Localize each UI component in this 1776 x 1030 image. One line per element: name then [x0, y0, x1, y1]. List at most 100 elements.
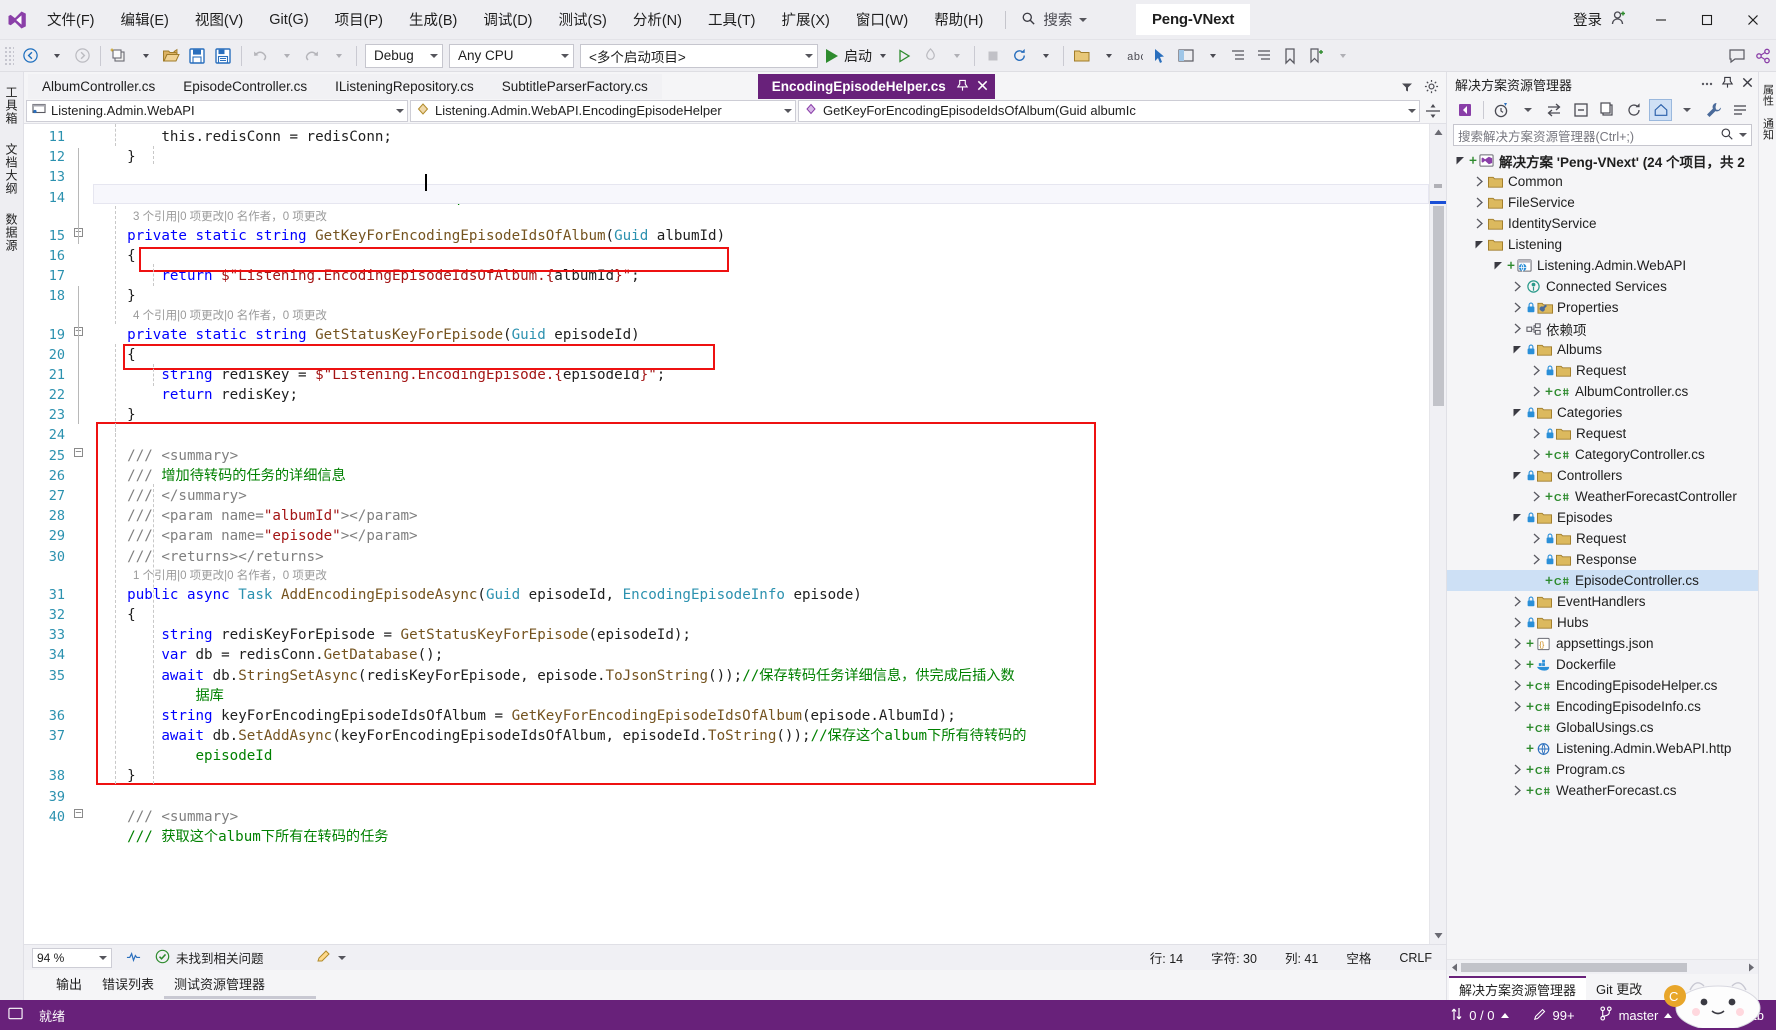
undo-dropdown[interactable]: [273, 43, 299, 69]
tree-node[interactable]: Albums: [1447, 339, 1758, 360]
se-tab-git-changes[interactable]: Git 更改: [1586, 976, 1652, 1000]
tree-node[interactable]: C EncodingEpisodeHelper.cs: [1447, 675, 1758, 696]
pin-tab-icon[interactable]: [956, 79, 969, 95]
menu-item-git[interactable]: Git(G): [256, 0, 321, 39]
tree-node[interactable]: Request: [1447, 528, 1758, 549]
scroll-up-button[interactable]: [1430, 124, 1446, 141]
errors-status[interactable]: 99+: [1521, 1000, 1587, 1030]
chevron-right-icon[interactable]: [1472, 197, 1487, 208]
code-health-indicator[interactable]: [126, 949, 141, 967]
code-text-surface[interactable]: this.redisConn = redisConn; } //一个kv对中保存…: [93, 124, 1429, 944]
tree-node[interactable]: Request: [1447, 423, 1758, 444]
tree-node[interactable]: C Program.cs: [1447, 759, 1758, 780]
startup-project-combo[interactable]: <多个启动项目>: [580, 43, 818, 68]
live-share-button[interactable]: [1750, 43, 1776, 69]
chevron-right-icon[interactable]: [1529, 428, 1544, 439]
undo-button[interactable]: [247, 43, 273, 69]
close-tab-icon[interactable]: [976, 79, 989, 95]
pending-changes-status[interactable]: 0 / 0: [1438, 1000, 1520, 1030]
layout-dropdown[interactable]: [1199, 43, 1225, 69]
solution-explorer-search-box[interactable]: 搜索解决方案资源管理器(Ctrl+;): [1453, 124, 1752, 146]
pin-panel-icon[interactable]: [1721, 76, 1734, 92]
tree-node[interactable]: Controllers: [1447, 465, 1758, 486]
no-issues-indicator[interactable]: 未找到相关问题: [155, 948, 264, 967]
tree-node[interactable]: C WeatherForecastController: [1447, 486, 1758, 507]
solution-tree[interactable]: 解决方案 'Peng-VNext' (24 个项目，共 2 Common FileS…: [1447, 150, 1758, 959]
tree-node[interactable]: EventHandlers: [1447, 591, 1758, 612]
pending-changes-dropdown[interactable]: [1516, 99, 1540, 121]
line-ending-indicator[interactable]: CRLF: [1385, 951, 1446, 965]
tree-node[interactable]: 依赖项: [1447, 318, 1758, 339]
tree-node[interactable]: Categories: [1447, 402, 1758, 423]
type-selector-combo[interactable]: Listening.Admin.WebAPI.EncodingEpisodeHe…: [410, 99, 796, 122]
chevron-right-icon[interactable]: [1510, 302, 1525, 313]
tab-encoding-episode-helper[interactable]: EncodingEpisodeHelper.cs: [757, 74, 995, 99]
active-files-dropdown-icon[interactable]: [1396, 76, 1418, 98]
chevron-right-icon[interactable]: [1510, 281, 1525, 292]
open-file-button[interactable]: [158, 43, 184, 69]
home-view-dropdown[interactable]: [1675, 99, 1699, 121]
tree-node[interactable]: C WeatherForecast.cs: [1447, 780, 1758, 801]
scroll-right-button[interactable]: [1744, 960, 1758, 975]
chevron-down-icon[interactable]: [1510, 407, 1525, 418]
layout-window-button[interactable]: [1173, 43, 1199, 69]
tab-settings-gear-icon[interactable]: [1420, 76, 1442, 98]
chevron-down-icon[interactable]: [1472, 239, 1487, 250]
outline-list-button[interactable]: [1225, 43, 1251, 69]
tab-episode-controller[interactable]: EpisodeController.cs: [169, 74, 322, 99]
home-view-icon[interactable]: [1648, 99, 1673, 121]
fold-toggle-icon[interactable]: –: [74, 447, 83, 457]
zoom-level-combo[interactable]: 94 %: [32, 947, 112, 968]
collapse-all-icon[interactable]: [1569, 99, 1593, 121]
menu-item-help[interactable]: 帮助(H): [921, 0, 996, 39]
vtab-document-outline[interactable]: 文档大纲: [0, 135, 24, 203]
tab-error-list[interactable]: 错误列表: [92, 970, 164, 996]
stop-debugging-button[interactable]: [980, 43, 1006, 69]
minimize-window-button[interactable]: [1638, 0, 1684, 40]
code-editor[interactable]: 11 12 13 14 15 16 17 18 19 20 21 22 23 24 25 26 27 28 29 30…: [24, 124, 1446, 944]
chevron-right-icon[interactable]: [1529, 554, 1544, 565]
chevron-down-icon[interactable]: [1491, 260, 1506, 271]
split-editor-button[interactable]: [1422, 100, 1444, 122]
hscrollbar-thumb[interactable]: [1461, 963, 1687, 972]
vtab-toolbox[interactable]: 工具箱: [0, 78, 24, 133]
menu-item-tools[interactable]: 工具(T): [695, 0, 769, 39]
git-branch-status[interactable]: master: [1587, 1000, 1685, 1030]
pointer-select-button[interactable]: [1147, 43, 1173, 69]
chevron-down-icon[interactable]: [1510, 470, 1525, 481]
preview-selected-items-icon[interactable]: [1728, 99, 1752, 121]
fold-toggle-icon[interactable]: –: [74, 809, 83, 819]
navigate-forward-button[interactable]: [69, 43, 95, 69]
chevron-right-icon[interactable]: [1529, 365, 1544, 376]
solution-platform-combo[interactable]: Any CPU: [449, 43, 574, 68]
se-tab-solution-explorer[interactable]: 解决方案资源管理器: [1449, 976, 1587, 1000]
scroll-left-button[interactable]: [1447, 960, 1461, 975]
menu-item-view[interactable]: 视图(V): [182, 0, 256, 39]
toolbar-grip[interactable]: [4, 45, 14, 66]
add-bookmark-button[interactable]: [1303, 43, 1329, 69]
chevron-right-icon[interactable]: [1472, 176, 1487, 187]
start-debugging-button[interactable]: 启动: [821, 43, 891, 69]
indentation-indicator[interactable]: 空格: [1332, 948, 1385, 967]
vtab-notifications[interactable]: 通知: [1758, 112, 1776, 146]
save-button[interactable]: [184, 43, 210, 69]
new-project-dropdown[interactable]: [132, 43, 158, 69]
redo-dropdown[interactable]: [325, 43, 351, 69]
switch-views-icon[interactable]: [1453, 99, 1477, 121]
chevron-right-icon[interactable]: [1510, 617, 1525, 628]
tree-node[interactable]: C CategoryController.cs: [1447, 444, 1758, 465]
chevron-right-icon[interactable]: [1510, 323, 1525, 334]
tree-node[interactable]: C GlobalUsings.cs: [1447, 717, 1758, 738]
close-panel-icon[interactable]: [1741, 76, 1754, 92]
chevron-right-icon[interactable]: [1510, 596, 1525, 607]
vtab-properties[interactable]: 属性: [1758, 78, 1776, 112]
tree-node[interactable]: C AlbumController.cs: [1447, 381, 1758, 402]
tab-subtitle-parser-factory[interactable]: SubtitleParserFactory.cs: [487, 74, 662, 99]
menu-item-file[interactable]: 文件(F): [34, 0, 108, 39]
navigate-backward-dropdown[interactable]: [43, 43, 69, 69]
menu-item-project[interactable]: 项目(P): [322, 0, 396, 39]
chevron-right-icon[interactable]: [1510, 701, 1525, 712]
chevron-right-icon[interactable]: [1529, 533, 1544, 544]
menu-item-debug[interactable]: 调试(D): [470, 0, 545, 39]
tree-node[interactable]: FileService: [1447, 192, 1758, 213]
